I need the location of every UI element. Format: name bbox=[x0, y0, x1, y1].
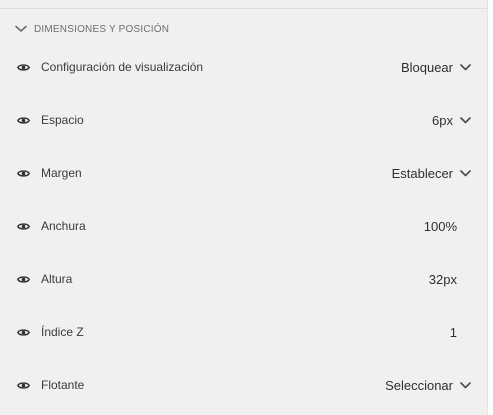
property-row-z-index: Índice Z 1 bbox=[0, 320, 487, 344]
property-label: Anchura bbox=[41, 219, 86, 233]
properties-panel: DIMENSIONES Y POSICIÓN Configuración de … bbox=[0, 0, 487, 415]
eye-icon[interactable] bbox=[16, 378, 30, 392]
chevron-down-icon bbox=[458, 60, 472, 74]
property-row-width: Anchura 100% bbox=[0, 214, 487, 238]
property-row-spacing: Espacio 6px bbox=[0, 108, 487, 132]
dropdown-value: 6px bbox=[432, 112, 453, 128]
eye-icon[interactable] bbox=[16, 166, 30, 180]
property-label: Margen bbox=[41, 166, 82, 180]
scrollbar-track[interactable] bbox=[487, 0, 493, 415]
z-index-value[interactable]: 1 bbox=[450, 325, 457, 340]
spacing-dropdown[interactable]: 6px bbox=[432, 113, 472, 128]
height-value[interactable]: 32px bbox=[429, 272, 457, 287]
property-label: Espacio bbox=[41, 113, 84, 127]
eye-icon[interactable] bbox=[16, 60, 30, 74]
property-label: Altura bbox=[41, 272, 73, 286]
chevron-down-icon bbox=[458, 378, 472, 392]
dropdown-value: Seleccionar bbox=[385, 377, 453, 393]
eye-icon[interactable] bbox=[16, 113, 30, 127]
display-config-dropdown[interactable]: Bloquear bbox=[401, 60, 472, 75]
margin-dropdown[interactable]: Establecer bbox=[392, 166, 472, 181]
dropdown-value: Establecer bbox=[391, 165, 453, 181]
property-label: Índice Z bbox=[41, 325, 84, 339]
eye-icon[interactable] bbox=[16, 219, 30, 233]
property-row-margin: Margen Establecer bbox=[0, 161, 487, 185]
section-header-dimensions-position[interactable]: DIMENSIONES Y POSICIÓN bbox=[0, 20, 487, 38]
property-row-display-config: Configuración de visualización Bloquear bbox=[0, 55, 487, 79]
chevron-down-icon bbox=[458, 113, 472, 127]
property-row-float: Flotante Seleccionar bbox=[0, 373, 487, 397]
eye-icon[interactable] bbox=[16, 272, 30, 286]
top-divider bbox=[0, 8, 487, 9]
property-label: Configuración de visualización bbox=[41, 60, 204, 74]
property-row-height: Altura 32px bbox=[0, 267, 487, 291]
chevron-down-icon bbox=[12, 20, 30, 38]
float-dropdown[interactable]: Seleccionar bbox=[385, 378, 472, 393]
property-label: Flotante bbox=[41, 378, 85, 392]
section-title: DIMENSIONES Y POSICIÓN bbox=[34, 23, 170, 35]
dropdown-value: Bloquear bbox=[400, 59, 453, 75]
eye-icon[interactable] bbox=[16, 325, 30, 339]
chevron-down-icon bbox=[458, 166, 472, 180]
width-value[interactable]: 100% bbox=[424, 219, 457, 234]
